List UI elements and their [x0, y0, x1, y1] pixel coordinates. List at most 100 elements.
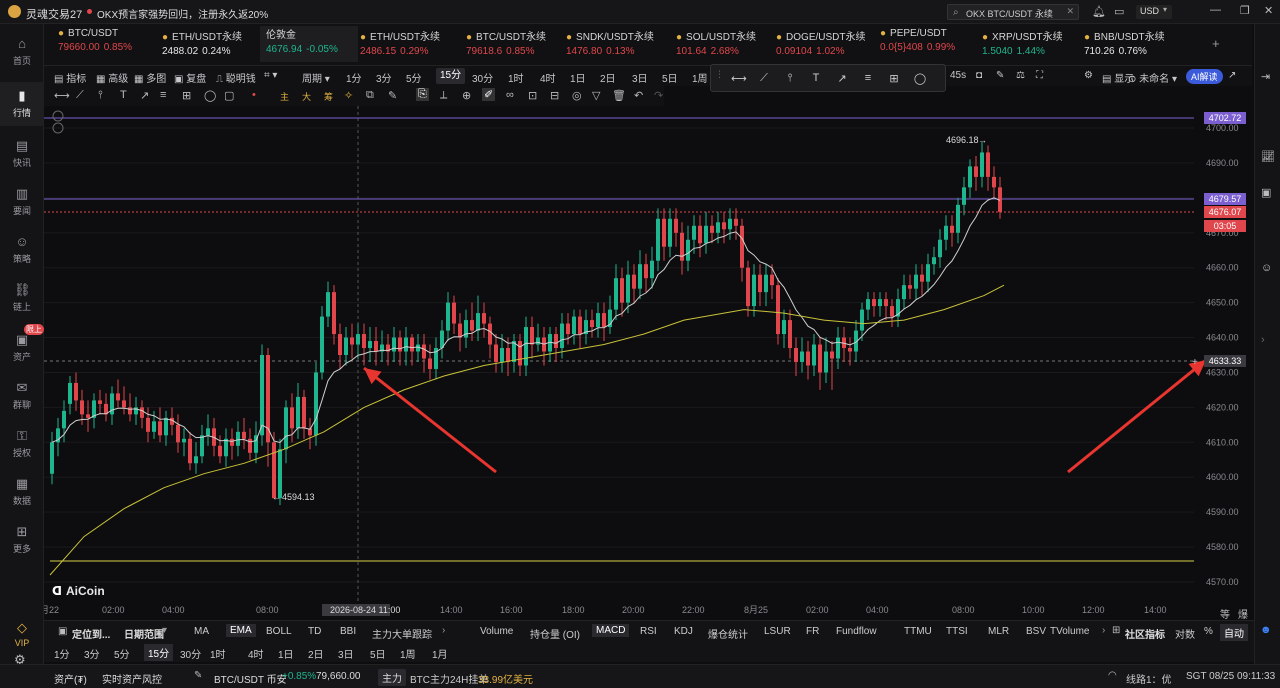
sub-indicator-1[interactable]: 持仓量 (OI)	[530, 626, 580, 641]
settings-icon[interactable]: ⚙	[1084, 70, 1093, 81]
currency-select[interactable]: USD ▾	[1136, 5, 1172, 19]
tf-2[interactable]: 5分	[406, 70, 422, 85]
sidebar-item-8[interactable]: ⚿ 授权	[0, 422, 44, 466]
sub-indicator-9[interactable]: TTMU	[904, 626, 932, 637]
main-indicator-3[interactable]: TD	[308, 626, 321, 637]
sub-indicator-3[interactable]: RSI	[640, 626, 657, 637]
ruler-icon[interactable]: ⟂	[440, 89, 447, 102]
sidebar-item-5[interactable]: ⛓ 链上	[0, 276, 44, 320]
tf-row-9[interactable]: 3日	[338, 646, 354, 661]
period-select[interactable]: 周期 ▾	[302, 70, 330, 85]
ticker-item[interactable]: ● PEPE/USDT 0.0{5}408 0.99%	[880, 28, 955, 62]
chevron-right-icon[interactable]: ›	[1102, 625, 1105, 636]
main-indicator-4[interactable]: BBI	[340, 626, 356, 637]
select-tool-icon[interactable]: ⎘	[416, 88, 429, 101]
sidebar-item-0[interactable]: ⌂ 首页	[0, 30, 44, 74]
tf-row-11[interactable]: 1周	[400, 646, 416, 661]
assistant-icon[interactable]: ☻	[1260, 624, 1272, 636]
sub-indicator-7[interactable]: FR	[806, 626, 819, 637]
tf-row-6[interactable]: 4时	[248, 646, 264, 661]
fullscreen-icon[interactable]: ⛶	[1036, 70, 1043, 81]
parallel-tool-icon[interactable]: ≡	[160, 89, 166, 101]
sub-indicator-13[interactable]: TVolume	[1050, 626, 1089, 637]
compare-icon[interactable]: ⚖	[1016, 70, 1025, 81]
tf-row-8[interactable]: 2日	[308, 646, 324, 661]
trend-tool-icon[interactable]: ⟋	[757, 72, 771, 86]
chart-type-button[interactable]: ⌗ ▾	[264, 70, 277, 81]
notice-link[interactable]: OKX预言家强势回归，注册永久返20%	[97, 6, 268, 21]
network-line[interactable]: 线路1：优	[1126, 671, 1172, 686]
replay-button[interactable]: ▣ 复盘	[174, 70, 206, 85]
channel-tool-icon[interactable]: ≡	[861, 72, 875, 86]
ticker-item[interactable]: ● XRP/USDT永续 1.5040 1.44%	[982, 28, 1063, 62]
ticker-item[interactable]: ● ETH/USDT永续 2486.15 0.29%	[360, 28, 440, 62]
tf-3[interactable]: 15分	[436, 68, 466, 84]
message-icon[interactable]: ▭	[1114, 5, 1124, 18]
sub-indicator-12[interactable]: BSV	[1026, 626, 1046, 637]
magic-icon[interactable]: ✧	[344, 89, 353, 102]
search-box[interactable]: ⌕ OKX BTC/USDT 永续 ✕	[947, 4, 1079, 20]
status-pair[interactable]: BTC/USDT 币安	[214, 671, 287, 686]
minimize-icon[interactable]: —	[1210, 4, 1221, 16]
ticker-item[interactable]: ● BTC/USDT 79660.00 0.85%	[58, 28, 132, 62]
maximize-icon[interactable]: ❐	[1240, 4, 1250, 17]
text2-tool-icon[interactable]: T	[809, 72, 823, 86]
tf-1[interactable]: 3分	[376, 70, 392, 85]
chart-settings-icon[interactable]	[52, 110, 64, 122]
zoom-icon[interactable]: ⊕	[462, 89, 471, 102]
annotation-arrow-left[interactable]	[363, 366, 497, 474]
locate-button[interactable]: 定位到...	[72, 626, 110, 641]
ticker-item[interactable]: ● SNDK/USDT永续 1476.80 0.13%	[566, 28, 654, 62]
sidebar-item-4[interactable]: ☺ 策略	[0, 228, 44, 272]
trash-icon[interactable]: 🗑︎	[612, 89, 626, 102]
annotation-arrow-right[interactable]	[1067, 358, 1207, 474]
tf-5[interactable]: 1时	[508, 70, 524, 85]
trend-icon[interactable]: 📈︎	[1261, 150, 1275, 163]
tf-row-1[interactable]: 3分	[84, 646, 100, 661]
tf-11[interactable]: 1周	[692, 70, 708, 85]
tf-row-3[interactable]: 15分	[144, 644, 174, 661]
sidebar-item-1[interactable]: ▮ 行情	[0, 82, 44, 126]
sub-indicator-2[interactable]: MACD	[592, 624, 630, 637]
add-ticker-icon[interactable]: +	[1212, 36, 1220, 51]
chevron-right-icon[interactable]: ›	[442, 625, 445, 636]
robot-icon[interactable]: ☺	[1261, 262, 1272, 274]
lock-icon[interactable]: ⊡	[528, 89, 537, 102]
tf-row-4[interactable]: 30分	[180, 646, 201, 661]
sub-indicator-4[interactable]: KDJ	[674, 626, 693, 637]
tf-row-0[interactable]: 1分	[54, 646, 70, 661]
tf-7[interactable]: 1日	[570, 70, 586, 85]
link-icon[interactable]: ∞	[506, 89, 514, 101]
date-range-button[interactable]: 日期范围	[124, 626, 164, 641]
layout-icon[interactable]: ▣	[1261, 186, 1271, 199]
assets-label[interactable]: 资产(₮)	[54, 671, 87, 686]
circle-tool-icon[interactable]: ◯	[913, 72, 927, 86]
community-indicator-button[interactable]: 社区指标	[1125, 626, 1165, 641]
tf-6[interactable]: 4时	[540, 70, 556, 85]
sidebar-item-6[interactable]: ▣ 资产 限上	[0, 324, 44, 370]
tf-10[interactable]: 5日	[662, 70, 678, 85]
dot-tool-icon[interactable]: •	[252, 89, 256, 101]
fib-tool-icon[interactable]: ⊞	[182, 89, 191, 102]
tf-row-10[interactable]: 5日	[370, 646, 386, 661]
hide-icon[interactable]: ⊟	[550, 89, 559, 102]
scale-equal-button[interactable]: 等	[1220, 606, 1230, 621]
chart-canvas[interactable]: 4700.004690.004680.004670.004660.004650.…	[44, 106, 1254, 618]
big-label[interactable]: 大	[302, 90, 311, 103]
locate-icon[interactable]: ▣	[58, 626, 67, 637]
ticker-item[interactable]: ● DOGE/USDT永续 0.09104 1.02%	[776, 28, 866, 62]
sub-indicator-8[interactable]: Fundflow	[836, 626, 877, 637]
risk-button[interactable]: 实时资产风控	[102, 671, 162, 686]
ticker-item[interactable]: ● SOL/USDT永续 101.64 2.68%	[676, 28, 756, 62]
add-line-icon[interactable]: +	[1192, 357, 1198, 368]
tf-row-5[interactable]: 1时	[210, 646, 226, 661]
layout-name-select[interactable]: ⊙ 未命名 ▾	[1128, 70, 1177, 85]
ticker-item[interactable]: 伦敦金 4676.94 -0.05%	[260, 26, 358, 62]
scale-burst-button[interactable]: 爆	[1238, 606, 1248, 621]
log-toggle[interactable]: 对数	[1175, 626, 1195, 641]
vertical-line-tool-icon[interactable]: ⫯	[98, 89, 103, 102]
main-indicator-1[interactable]: EMA	[226, 624, 256, 637]
brush-icon[interactable]: ✎	[388, 89, 397, 102]
camera-icon[interactable]: ◘	[976, 70, 982, 81]
sidebar-item-10[interactable]: ⊞ 更多	[0, 518, 44, 562]
